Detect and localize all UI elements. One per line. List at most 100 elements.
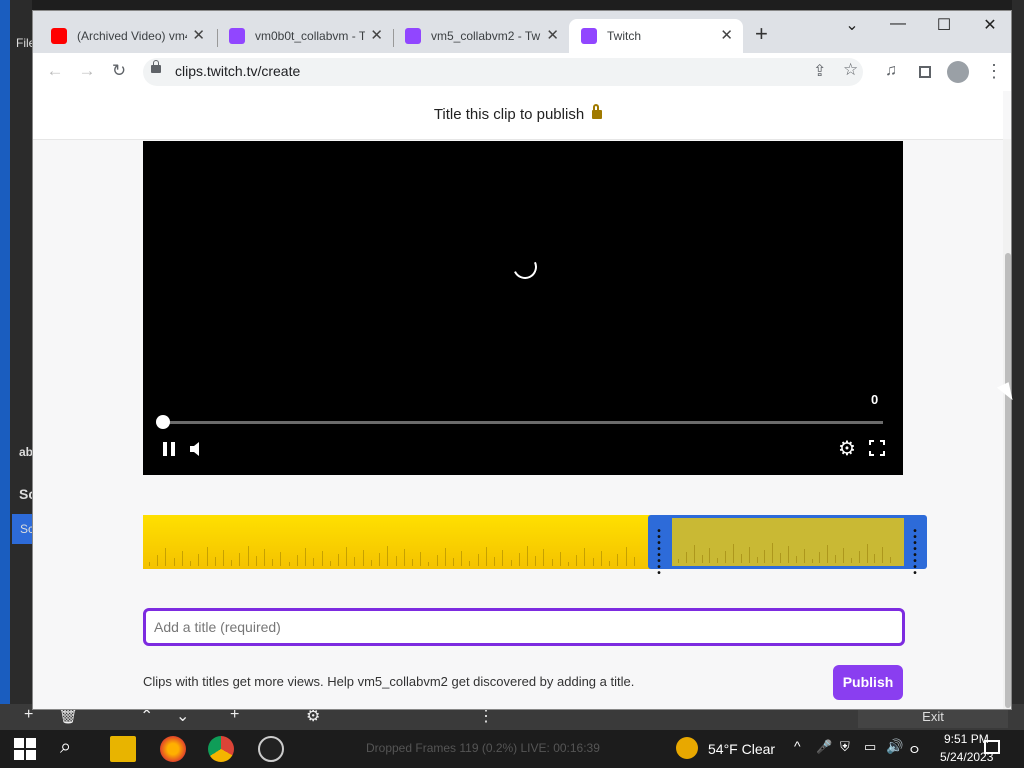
obs-stream-status: Dropped Frames 119 (0.2%) LIVE: 00:16:39 xyxy=(366,741,600,755)
waveform-tick xyxy=(609,561,611,566)
tab-search-icon[interactable]: ⌄ xyxy=(829,15,875,35)
microphone-icon[interactable]: 🎤 xyxy=(816,739,832,755)
obs-icon[interactable] xyxy=(258,736,284,762)
seek-bar[interactable] xyxy=(163,421,883,424)
bookmark-star-icon[interactable]: ☆ xyxy=(843,60,858,80)
left-drag-handle-icon[interactable]: • • • • • • • • xyxy=(655,527,663,579)
waveform-tick xyxy=(874,554,876,563)
browser-toolbar: ← → ↻ clips.twitch.tv/create ⇪ ☆ ♫ ⋮ xyxy=(33,53,1011,92)
waveform-tick xyxy=(214,557,216,566)
firefox-icon[interactable] xyxy=(160,736,186,762)
clip-timeline[interactable]: • • • • • • • • • • • • • • • • xyxy=(143,515,927,579)
tab-archived-video[interactable]: (Archived Video) vm4 ✕ xyxy=(39,19,215,53)
waveform-tick xyxy=(843,548,844,563)
chrome-icon[interactable] xyxy=(208,736,234,762)
close-tab-icon[interactable]: ✕ xyxy=(720,26,733,44)
search-icon[interactable]: ⌕ xyxy=(60,736,86,762)
right-drag-handle-icon[interactable]: • • • • • • • • xyxy=(911,527,919,579)
media-control-icon[interactable]: ♫ xyxy=(885,62,897,80)
network-icon[interactable]: ▭ xyxy=(864,739,876,755)
waveform-tick xyxy=(592,558,594,566)
waveform-tick xyxy=(772,543,774,563)
side-panel-icon[interactable] xyxy=(919,66,931,78)
tab-strip: (Archived Video) vm4 ✕ vm0b0t_collabvm -… xyxy=(33,11,1011,53)
clip-selection-range[interactable]: • • • • • • • • • • • • • • • • xyxy=(648,515,927,579)
waveform-tick xyxy=(850,558,852,563)
close-tab-icon[interactable]: ✕ xyxy=(370,26,383,44)
maximize-button[interactable]: ☐ xyxy=(921,15,967,35)
waveform-tick xyxy=(165,548,167,566)
notification-icon[interactable] xyxy=(984,740,1000,754)
title-hint-text: Clips with titles get more views. Help v… xyxy=(143,674,635,689)
reload-icon[interactable]: ↻ xyxy=(107,61,131,83)
waveform-tick xyxy=(477,554,479,566)
waveform-tick xyxy=(685,552,687,563)
url-text[interactable]: clips.twitch.tv/create xyxy=(175,63,300,79)
page-title: Title this clip to publish xyxy=(33,104,1003,123)
seek-handle[interactable] xyxy=(156,415,170,429)
ime-icon[interactable]: ㅇ xyxy=(908,740,921,760)
tray-chevron-icon[interactable]: ^ xyxy=(794,738,801,754)
waveform-tick xyxy=(346,547,348,566)
back-icon[interactable]: ← xyxy=(43,61,67,83)
security-icon[interactable]: ⛨ xyxy=(840,739,850,755)
waveform-tick xyxy=(625,547,627,566)
waveform-tick xyxy=(222,550,224,566)
waveform-tick xyxy=(819,552,821,563)
waveform-tick xyxy=(296,555,298,566)
waveform-tick xyxy=(551,559,553,566)
waveform-tick xyxy=(866,544,868,563)
page-header: Title this clip to publish xyxy=(33,91,1003,140)
waveform-tick xyxy=(329,561,331,566)
waveform-tick xyxy=(803,549,805,563)
timeline-waveform xyxy=(143,515,653,569)
twitch-icon xyxy=(581,28,597,44)
close-window-button[interactable]: ✕ xyxy=(967,15,1011,35)
profile-avatar-icon[interactable] xyxy=(947,61,969,83)
tab-vm5[interactable]: vm5_collabvm2 - Tw ✕ xyxy=(393,19,569,53)
obs-sidebar-accent xyxy=(0,0,10,740)
waveform-tick xyxy=(543,549,545,566)
tab-vm0b0t[interactable]: vm0b0t_collabvm - T ✕ xyxy=(217,19,393,53)
waveform-tick xyxy=(264,549,266,566)
clock-time[interactable]: 9:51 PM xyxy=(944,732,989,746)
video-player[interactable]: 0 ⚙ xyxy=(143,141,903,475)
browser-menu-icon[interactable]: ⋮ xyxy=(985,61,1003,82)
browser-window: (Archived Video) vm4 ✕ vm0b0t_collabvm -… xyxy=(32,10,1012,710)
address-bar[interactable]: clips.twitch.tv/create ⇪ ☆ xyxy=(143,58,863,86)
waveform-tick xyxy=(858,551,860,563)
waveform-tick xyxy=(444,548,446,566)
settings-gear-icon[interactable]: ⚙ xyxy=(837,439,857,459)
scrollbar-thumb[interactable] xyxy=(1005,253,1011,708)
clip-title-input[interactable] xyxy=(143,608,905,646)
waveform-tick xyxy=(510,560,512,566)
youtube-icon xyxy=(51,28,67,44)
waveform-tick xyxy=(370,560,372,566)
share-icon[interactable]: ⇪ xyxy=(813,61,826,81)
waveform-tick xyxy=(633,557,635,566)
waveform-tick xyxy=(693,545,695,563)
waveform-tick xyxy=(795,556,797,563)
windows-start-icon[interactable] xyxy=(12,736,38,762)
waveform-tick xyxy=(780,553,782,563)
obs-scene-selected[interactable]: Sc xyxy=(12,514,34,544)
forward-icon[interactable]: → xyxy=(75,61,99,83)
close-tab-icon[interactable]: ✕ xyxy=(192,26,205,44)
waveform-tick xyxy=(157,555,159,566)
waveform-tick xyxy=(811,559,813,563)
waveform-tick xyxy=(255,556,257,566)
waveform-tick xyxy=(313,558,315,566)
publish-button[interactable]: Publish xyxy=(833,665,903,700)
file-explorer-icon[interactable] xyxy=(110,736,136,762)
volume-button[interactable] xyxy=(189,442,205,456)
page-scrollbar[interactable] xyxy=(1003,139,1011,709)
fullscreen-icon[interactable] xyxy=(869,440,885,456)
waveform-tick xyxy=(362,550,364,566)
tab-twitch-active[interactable]: Twitch ✕ xyxy=(569,19,743,53)
pause-button[interactable] xyxy=(161,441,177,457)
close-tab-icon[interactable]: ✕ xyxy=(546,26,559,44)
weather-text[interactable]: 54°F Clear xyxy=(708,741,775,757)
speaker-icon[interactable]: 🔊 xyxy=(886,738,903,755)
new-tab-button[interactable]: + xyxy=(755,21,768,47)
minimize-button[interactable]: — xyxy=(875,15,921,33)
